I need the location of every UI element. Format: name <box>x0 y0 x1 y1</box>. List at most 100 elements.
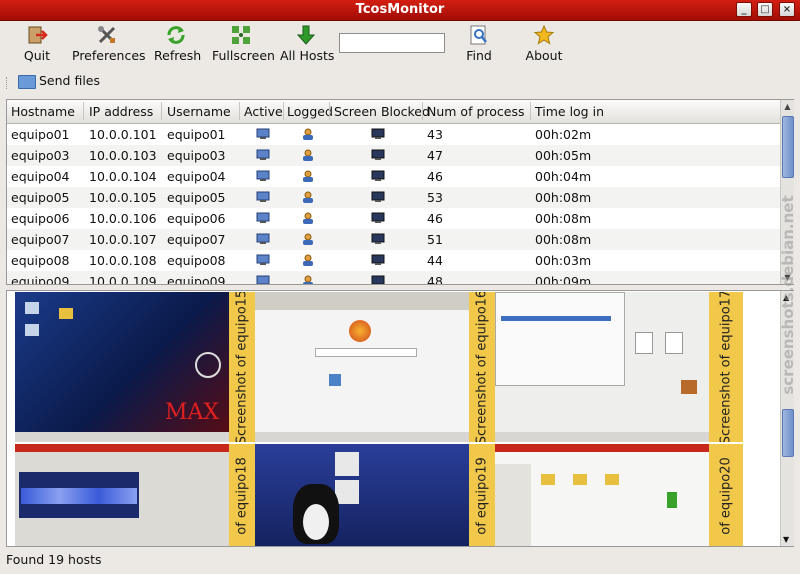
watermark: screenshots.debian.net <box>779 195 797 395</box>
screenshot-thumb[interactable] <box>495 444 709 546</box>
hosts-table: Hostname IP address Username Active Logg… <box>6 99 794 285</box>
logged-user-icon <box>301 275 315 284</box>
ip-cell: 10.0.0.101 <box>89 127 157 142</box>
screenshot-thumb[interactable] <box>255 444 469 546</box>
window-title: TcosMonitor <box>355 2 445 17</box>
close-button[interactable]: × <box>779 2 795 17</box>
logged-user-icon <box>301 233 315 245</box>
ip-cell: 10.0.0.105 <box>89 190 157 205</box>
hostname-cell: equipo05 <box>11 190 70 205</box>
screenshot-caption: of equipo19 <box>469 444 495 546</box>
find-icon <box>470 25 487 45</box>
status-bar: Found 19 hosts <box>6 552 102 567</box>
quit-button[interactable]: Quit <box>22 24 52 63</box>
logged-user-icon <box>301 170 315 182</box>
screen-unblocked-icon <box>371 254 385 266</box>
table-row[interactable]: equipo03 10.0.0.103 equipo03 47 00h:05m <box>7 145 781 166</box>
secondary-toolbar: Send files <box>0 70 800 94</box>
table-scroll-thumb[interactable] <box>782 116 794 178</box>
active-status-icon <box>256 191 270 203</box>
screen-unblocked-icon <box>371 212 385 224</box>
minimize-button[interactable]: _ <box>736 2 752 17</box>
about-button[interactable]: About <box>524 24 564 63</box>
username-cell: equipo08 <box>167 253 226 268</box>
logged-user-icon <box>301 191 315 203</box>
screenshot-thumb[interactable] <box>495 292 709 442</box>
username-cell: equipo03 <box>167 148 226 163</box>
process-count-cell: 51 <box>427 232 443 247</box>
main-toolbar: Quit Preferences Refresh Fullscreen All … <box>0 21 800 67</box>
hostname-cell: equipo07 <box>11 232 70 247</box>
column-screen-blocked[interactable]: Screen Blocked <box>334 104 430 119</box>
screen-unblocked-icon <box>371 170 385 182</box>
screenshot-caption: Screenshot of equipo17 <box>709 292 743 442</box>
folder-icon <box>18 74 36 89</box>
logged-user-icon <box>301 212 315 224</box>
time-log-in-cell: 00h:02m <box>535 127 592 142</box>
table-row[interactable]: equipo01 10.0.0.101 equipo01 43 00h:02m <box>7 124 781 145</box>
process-count-cell: 46 <box>427 169 443 184</box>
time-log-in-cell: 00h:04m <box>535 169 592 184</box>
column-ip-address[interactable]: IP address <box>89 104 153 119</box>
process-count-cell: 47 <box>427 148 443 163</box>
process-count-cell: 44 <box>427 253 443 268</box>
scroll-up-arrow[interactable]: ▲ <box>783 102 792 111</box>
table-row[interactable]: equipo09 10.0.0.109 equipo09 48 00h:09m <box>7 271 781 285</box>
hostname-cell: equipo06 <box>11 211 70 226</box>
fullscreen-icon <box>232 26 250 44</box>
column-logged[interactable]: Logged <box>287 104 333 119</box>
star-icon <box>533 24 555 45</box>
scroll-down-arrow[interactable]: ▼ <box>783 535 789 544</box>
refresh-button[interactable]: Refresh <box>154 24 201 63</box>
screen-unblocked-icon <box>371 233 385 245</box>
column-time-log-in[interactable]: Time log in <box>535 104 604 119</box>
table-header: Hostname IP address Username Active Logg… <box>7 100 781 124</box>
ip-cell: 10.0.0.104 <box>89 169 157 184</box>
send-files-button[interactable]: Send files <box>18 73 100 89</box>
active-status-icon <box>256 128 270 140</box>
active-status-icon <box>256 149 270 161</box>
process-count-cell: 53 <box>427 190 443 205</box>
logged-user-icon <box>301 254 315 266</box>
screenshot-caption: Screenshot of equipo15 <box>229 292 255 442</box>
table-row[interactable]: equipo05 10.0.0.105 equipo05 53 00h:08m <box>7 187 781 208</box>
preferences-button[interactable]: Preferences <box>72 24 146 63</box>
table-row[interactable]: equipo06 10.0.0.106 equipo06 46 00h:08m <box>7 208 781 229</box>
ip-cell: 10.0.0.106 <box>89 211 157 226</box>
hostname-cell: equipo04 <box>11 169 70 184</box>
ip-cell: 10.0.0.107 <box>89 232 157 247</box>
quit-icon <box>28 26 48 44</box>
all-hosts-button[interactable]: All Hosts <box>280 24 334 63</box>
column-hostname[interactable]: Hostname <box>11 104 75 119</box>
maximize-button[interactable]: □ <box>757 2 773 17</box>
logged-user-icon <box>301 128 315 140</box>
column-username[interactable]: Username <box>167 104 231 119</box>
screen-unblocked-icon <box>371 191 385 203</box>
column-num-process[interactable]: Num of process <box>427 104 524 119</box>
time-log-in-cell: 00h:03m <box>535 253 592 268</box>
fullscreen-button[interactable]: Fullscreen <box>212 24 275 63</box>
hostname-cell: equipo08 <box>11 253 70 268</box>
table-row[interactable]: equipo07 10.0.0.107 equipo07 51 00h:08m <box>7 229 781 250</box>
table-row[interactable]: equipo04 10.0.0.104 equipo04 46 00h:04m <box>7 166 781 187</box>
active-status-icon <box>256 233 270 245</box>
hostname-cell: equipo03 <box>11 148 70 163</box>
time-log-in-cell: 00h:08m <box>535 190 592 205</box>
hostname-cell: equipo09 <box>11 274 70 285</box>
screenshot-thumb[interactable]: MAX <box>15 292 229 442</box>
table-row[interactable]: equipo08 10.0.0.108 equipo08 44 00h:03m <box>7 250 781 271</box>
screenshots-scroll-thumb[interactable] <box>782 409 794 457</box>
active-status-icon <box>256 254 270 266</box>
ip-cell: 10.0.0.103 <box>89 148 157 163</box>
column-active[interactable]: Active <box>244 104 283 119</box>
ip-cell: 10.0.0.108 <box>89 253 157 268</box>
toolbar-grip[interactable] <box>6 77 10 89</box>
screenshot-thumb[interactable] <box>255 292 469 442</box>
active-status-icon <box>256 275 270 284</box>
process-count-cell: 43 <box>427 127 443 142</box>
search-input[interactable] <box>339 33 445 53</box>
active-status-icon <box>256 170 270 182</box>
screenshot-thumb[interactable] <box>15 444 229 546</box>
username-cell: equipo06 <box>167 211 226 226</box>
find-button[interactable]: Find <box>462 24 496 63</box>
